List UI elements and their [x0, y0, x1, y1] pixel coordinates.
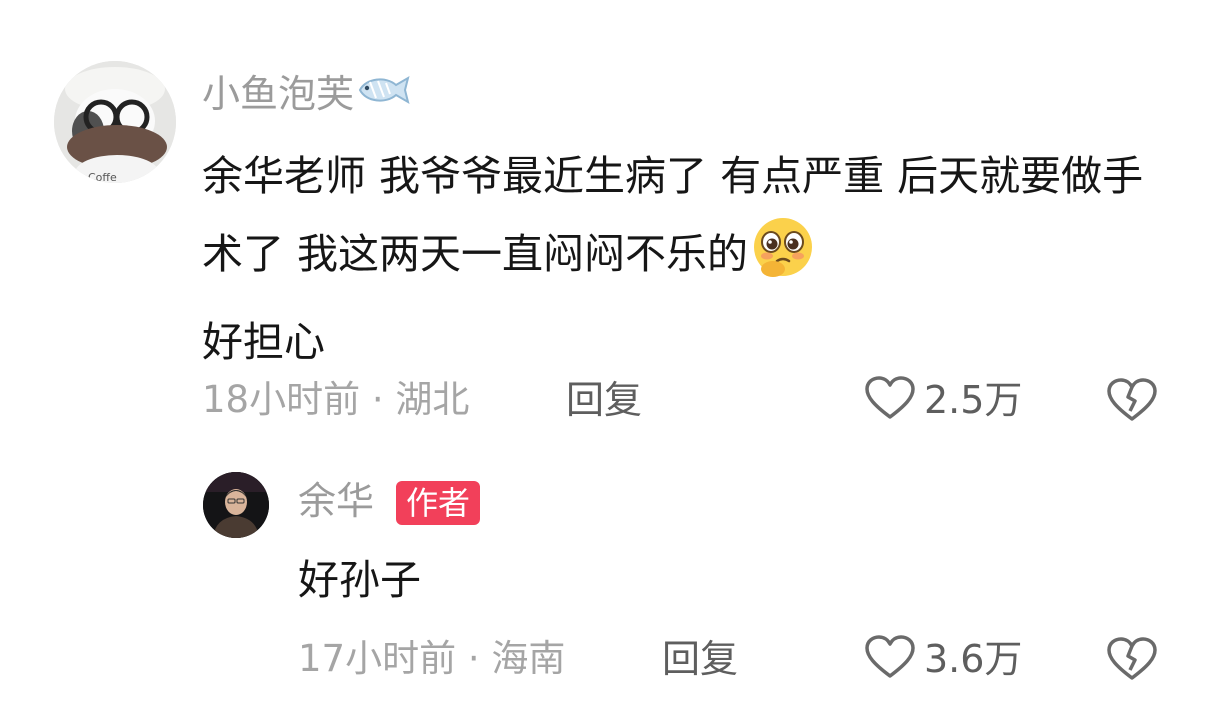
comment-text: 余华老师 我爷爷最近生病了 有点严重 后天就要做手术了 我这两天一直闷闷不乐的	[202, 152, 1144, 278]
reply-time-location: 17小时前 · 海南	[298, 637, 566, 680]
comment-meta-row: 18小时前 · 湖北 回复 2.5万	[202, 372, 1162, 428]
heart-icon	[864, 375, 916, 425]
author-avatar[interactable]	[203, 472, 269, 538]
svg-text:Coffe: Coffe	[88, 171, 117, 183]
comment-reply-button[interactable]: 回复	[566, 372, 642, 428]
reply-like-button[interactable]: 3.6万	[864, 631, 1022, 687]
broken-heart-icon[interactable]	[1106, 636, 1158, 686]
comment-body: 余华老师 我爷爷最近生病了 有点严重 后天就要做手术了 我这两天一直闷闷不乐的 …	[202, 138, 1162, 380]
comment-like-count: 2.5万	[924, 378, 1023, 422]
commenter-username[interactable]: 小鱼泡芙	[202, 68, 410, 120]
commenter-avatar[interactable]: Coffe	[54, 61, 176, 183]
reply-meta-row: 17小时前 · 海南 回复 3.6万	[298, 631, 1162, 687]
broken-heart-icon[interactable]	[1106, 377, 1158, 427]
heart-icon	[864, 634, 916, 684]
reply-text: 好孙子	[298, 556, 421, 604]
comment-like-button[interactable]: 2.5万	[864, 372, 1022, 428]
commenter-name[interactable]: 小鱼泡芙	[202, 68, 354, 120]
author-username[interactable]: 余华	[298, 474, 374, 528]
reply-like-count: 3.6万	[924, 637, 1023, 681]
comment-text-after-emoji: 好担心	[202, 318, 325, 366]
author-badge: 作者	[396, 481, 481, 525]
comment-time-location: 18小时前 · 湖北	[202, 378, 470, 421]
pleading-face-emoji-icon	[750, 214, 816, 304]
reply-reply-button[interactable]: 回复	[662, 631, 738, 687]
fish-icon	[356, 68, 410, 120]
